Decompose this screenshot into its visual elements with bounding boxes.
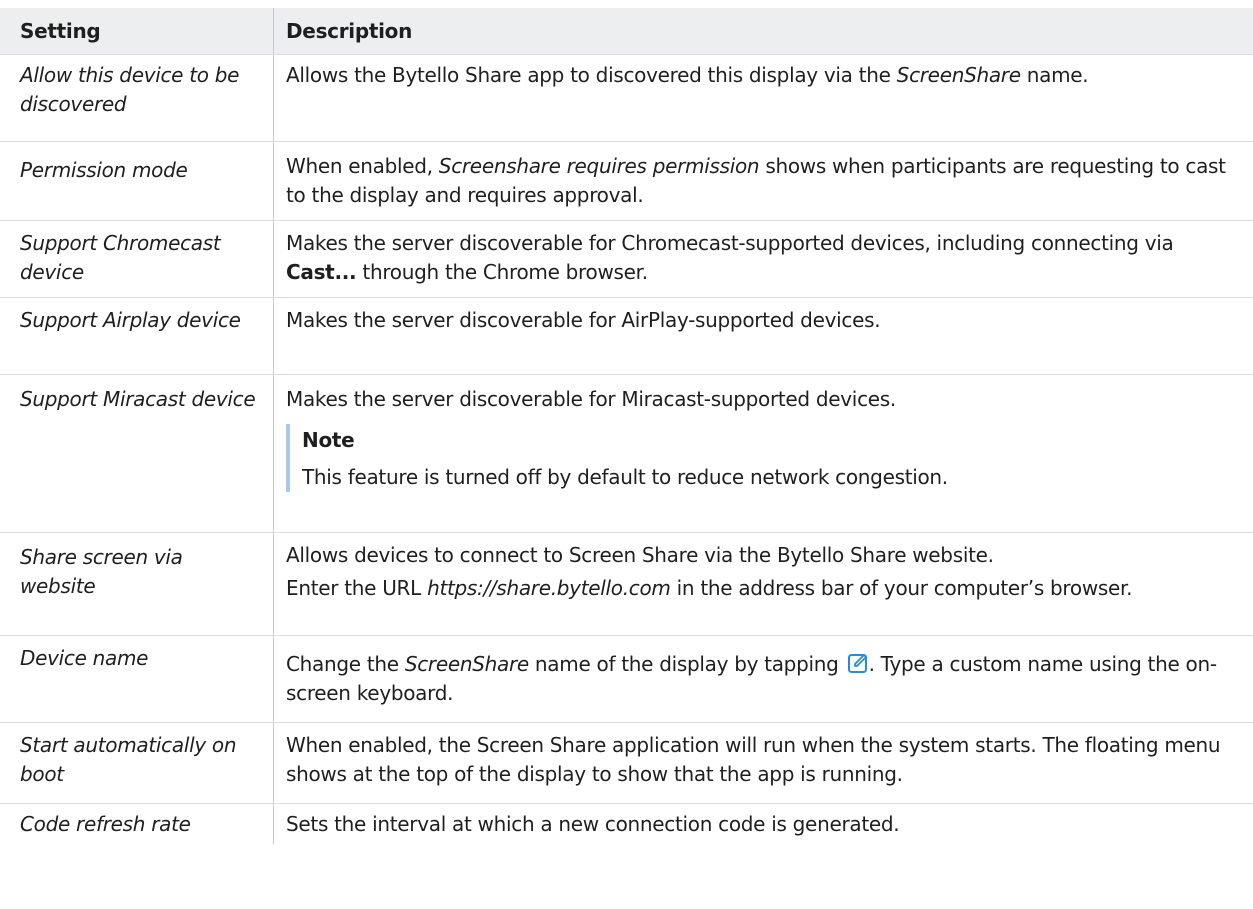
table-row: Permission mode When enabled, Screenshar… bbox=[0, 142, 1253, 221]
table-row: Start automatically on boot When enabled… bbox=[0, 723, 1253, 804]
table-row: Share screen via website Allows devices … bbox=[0, 533, 1253, 636]
note-title: Note bbox=[302, 428, 355, 452]
note-text: This feature is turned off by default to… bbox=[302, 465, 948, 489]
setting-name: Allow this device to be discovered bbox=[0, 55, 274, 141]
edit-icon bbox=[847, 652, 869, 674]
setting-description: When enabled, Screenshare requires permi… bbox=[286, 154, 1226, 207]
setting-description: Makes the server discoverable for AirPla… bbox=[286, 308, 881, 332]
setting-name: Share screen via website bbox=[0, 533, 274, 635]
setting-description: When enabled, the Screen Share applicati… bbox=[286, 733, 1221, 786]
table-row: Support Miracast device Makes the server… bbox=[0, 375, 1253, 533]
setting-name: Support Miracast device bbox=[0, 375, 274, 532]
setting-description: Change the ScreenShare name of the displ… bbox=[286, 652, 1217, 705]
settings-table: Setting Description Allow this device to… bbox=[0, 8, 1253, 844]
setting-name: Device name bbox=[0, 636, 274, 722]
table-row: Allow this device to be discovered Allow… bbox=[0, 55, 1253, 142]
table-row: Device name Change the ScreenShare name … bbox=[0, 636, 1253, 723]
setting-name: Code refresh rate bbox=[0, 804, 274, 844]
setting-description: Makes the server discoverable for Chrome… bbox=[286, 231, 1174, 284]
setting-description: Allows the Bytello Share app to discover… bbox=[286, 63, 1089, 87]
table-row: Code refresh rate Sets the interval at w… bbox=[0, 804, 1253, 844]
table-row: Support Chromecast device Makes the serv… bbox=[0, 221, 1253, 298]
setting-name: Start automatically on boot bbox=[0, 723, 274, 803]
setting-name: Support Airplay device bbox=[0, 298, 274, 374]
header-setting: Setting bbox=[0, 8, 274, 54]
setting-description: Makes the server discoverable for Miraca… bbox=[274, 375, 1253, 532]
setting-description: Allows devices to connect to Screen Shar… bbox=[286, 543, 1133, 600]
setting-name: Permission mode bbox=[0, 142, 274, 220]
header-description: Description bbox=[286, 19, 413, 43]
note-box: Note This feature is turned off by defau… bbox=[286, 424, 1233, 492]
table-row: Support Airplay device Makes the server … bbox=[0, 298, 1253, 375]
setting-description: Sets the interval at which a new connect… bbox=[286, 812, 900, 836]
setting-name: Support Chromecast device bbox=[0, 221, 274, 297]
table-header: Setting Description bbox=[0, 8, 1253, 55]
